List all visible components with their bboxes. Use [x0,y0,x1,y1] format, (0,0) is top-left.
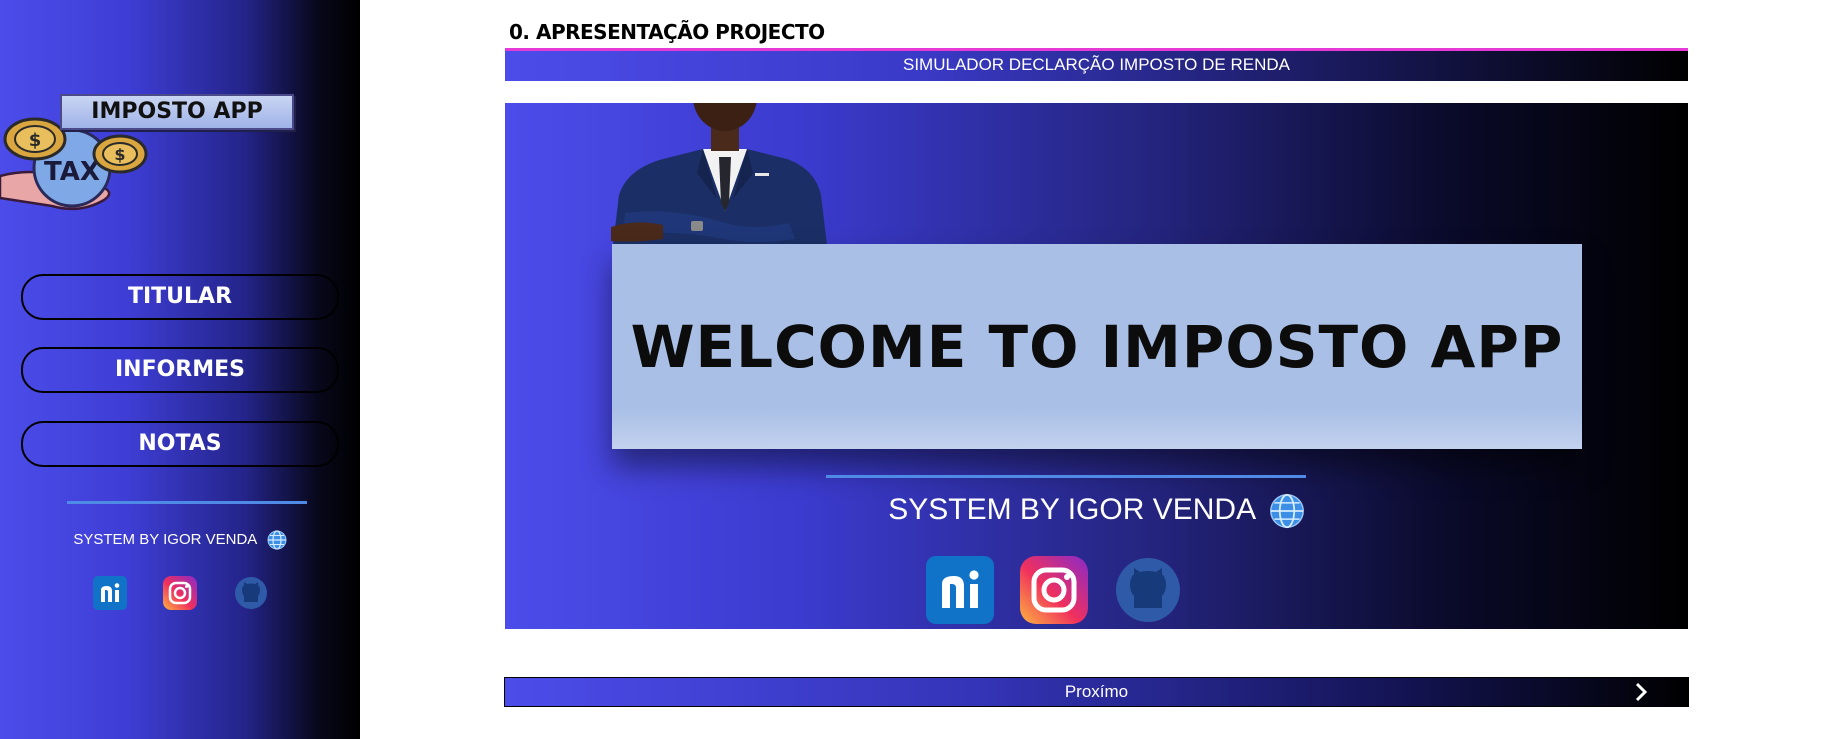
nav-button-notas[interactable]: NOTAS [21,421,339,467]
sidebar-divider [67,501,307,504]
ni-icon[interactable] [926,556,994,624]
hero-panel: WELCOME TO IMPOSTO APP SYSTEM BY IGOR VE… [505,103,1688,629]
hero-credit: SYSTEM BY IGOR VENDA [505,493,1688,529]
svg-text:TAX: TAX [44,157,100,187]
github-icon[interactable] [1114,556,1182,624]
presenter-image [611,103,827,245]
nav-button-informes[interactable]: INFORMES [21,347,339,393]
instagram-icon[interactable] [163,576,197,610]
svg-text:$: $ [114,145,125,164]
sidebar-credit-text: SYSTEM BY IGOR VENDA [73,530,257,548]
welcome-card: WELCOME TO IMPOSTO APP [612,244,1582,449]
ni-icon[interactable] [93,576,127,610]
app-logo: TAX $ $ IMPOSTO APP [0,88,300,211]
sidebar: TAX $ $ IMPOSTO APP TITULAR INFORMES NOT… [0,0,360,739]
svg-text:$: $ [29,130,42,151]
instagram-icon[interactable] [1020,556,1088,624]
hero-credit-text: SYSTEM BY IGOR VENDA [888,493,1255,526]
page-title: 0. APRESENTAÇÃO PROJECTO [509,20,825,44]
app-logo-title: IMPOSTO APP [60,94,294,130]
next-button[interactable]: Proxímo [504,677,1689,707]
chevron-right-icon [1635,682,1648,702]
globe-icon [267,530,287,550]
welcome-heading: WELCOME TO IMPOSTO APP [630,312,1564,381]
globe-icon [1269,493,1304,529]
nav-button-titular[interactable]: TITULAR [21,274,339,320]
github-icon[interactable] [234,576,268,610]
sidebar-credit: SYSTEM BY IGOR VENDA [0,530,360,550]
hero-divider [826,475,1306,478]
next-button-label: Proxímo [1064,682,1129,701]
header-banner: SIMULADOR DECLARÇÃO IMPOSTO DE RENDA [505,48,1688,81]
